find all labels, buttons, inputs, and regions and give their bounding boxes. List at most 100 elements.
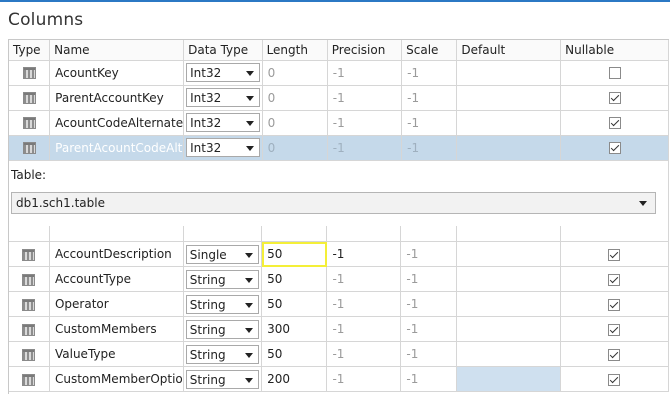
scale-cell[interactable]: -1 xyxy=(400,366,457,392)
nullable-checkbox[interactable] xyxy=(608,273,621,286)
table-row[interactable]: CustomMemberOptio String 200 -1 -1 xyxy=(9,366,670,392)
name-cell[interactable]: ParentAcountCodeAlt xyxy=(49,135,185,161)
nullable-checkbox[interactable] xyxy=(608,142,621,154)
data-type-select[interactable]: String xyxy=(185,269,260,289)
length-cell[interactable]: 0 xyxy=(262,110,328,136)
header-scale[interactable]: Scale xyxy=(401,40,458,61)
nullable-checkbox[interactable] xyxy=(608,298,621,311)
data-type-value: String xyxy=(189,297,226,312)
scale-cell[interactable]: -1 xyxy=(400,316,457,342)
data-type-select[interactable]: Int32 xyxy=(186,63,260,82)
table-row[interactable]: Operator String 50 -1 -1 xyxy=(9,291,670,317)
length-cell-focused[interactable]: 50 xyxy=(261,241,328,267)
data-type-select[interactable]: String xyxy=(185,294,260,314)
header-nullable[interactable]: Nullable xyxy=(560,40,669,61)
name-cell[interactable]: CustomMemberOptio xyxy=(49,366,184,392)
precision-cell[interactable]: -1 xyxy=(326,291,402,317)
precision-cell[interactable]: -1 xyxy=(326,366,402,392)
name-cell[interactable]: AccountDescription xyxy=(49,241,184,267)
nullable-checkbox[interactable] xyxy=(608,248,621,261)
length-cell[interactable]: 50 xyxy=(261,266,328,292)
data-type-select[interactable]: String xyxy=(185,369,260,389)
default-cell[interactable] xyxy=(456,366,561,392)
scale-cell[interactable]: -1 xyxy=(400,241,457,267)
nullable-checkbox[interactable] xyxy=(608,323,621,336)
precision-cell[interactable]: -1 xyxy=(326,316,402,342)
data-type-select[interactable]: String xyxy=(185,344,260,364)
precision-cell[interactable]: -1 xyxy=(326,341,402,367)
length-cell[interactable]: 50 xyxy=(261,341,328,367)
data-type-select[interactable]: Single xyxy=(185,244,260,264)
name-cell[interactable]: ValueType xyxy=(49,341,184,367)
precision-cell[interactable]: -1 xyxy=(327,110,403,136)
data-type-select[interactable]: Int32 xyxy=(186,88,260,107)
name-cell[interactable]: CustomMembers xyxy=(49,316,184,342)
scale-cell[interactable]: -1 xyxy=(400,341,457,367)
nullable-checkbox[interactable] xyxy=(608,373,621,386)
name-cell[interactable]: ParentAccountKey xyxy=(49,85,185,111)
length-cell[interactable]: 0 xyxy=(262,85,328,111)
header-precision[interactable]: Precision xyxy=(327,40,403,61)
top-accent-line xyxy=(0,0,670,2)
header-data-type[interactable]: Data Type xyxy=(183,40,263,61)
header-length[interactable]: Length xyxy=(262,40,328,61)
scale-cell[interactable]: -1 xyxy=(401,135,458,161)
chevron-down-icon xyxy=(639,200,647,206)
length-cell[interactable]: 300 xyxy=(261,316,328,342)
length-cell[interactable]: 0 xyxy=(262,60,328,86)
data-type-select[interactable]: Int32 xyxy=(186,113,260,132)
name-cell[interactable]: AcountKey xyxy=(49,60,185,86)
precision-cell[interactable]: -1 xyxy=(327,85,403,111)
header-name[interactable]: Name xyxy=(49,40,185,61)
nullable-checkbox[interactable] xyxy=(608,117,621,129)
length-cell[interactable]: 0 xyxy=(262,135,328,161)
table-row[interactable]: ValueType String 50 -1 -1 xyxy=(9,341,670,367)
default-cell[interactable] xyxy=(456,60,562,86)
table-row[interactable]: CustomMembers String 300 -1 -1 xyxy=(9,316,670,342)
scale-cell[interactable]: -1 xyxy=(401,60,458,86)
type-cell xyxy=(9,266,50,292)
nullable-checkbox[interactable] xyxy=(608,348,621,361)
default-cell[interactable] xyxy=(456,341,561,367)
table-row[interactable]: AcountKey Int32 0 -1 -1 xyxy=(9,60,669,86)
data-type-cell: Single xyxy=(183,241,263,267)
default-cell[interactable] xyxy=(456,266,561,292)
name-cell[interactable]: AcountCodeAlternate xyxy=(49,110,185,136)
data-type-select[interactable]: String xyxy=(185,319,260,339)
data-type-cell: Int32 xyxy=(183,110,263,136)
length-cell[interactable]: 50 xyxy=(261,291,328,317)
default-cell[interactable] xyxy=(456,316,561,342)
table-row[interactable]: AccountDescription Single 50 -1 -1 xyxy=(9,241,670,267)
scale-cell[interactable]: -1 xyxy=(400,291,457,317)
type-cell xyxy=(9,110,51,136)
scale-cell[interactable]: -1 xyxy=(401,85,458,111)
default-cell[interactable] xyxy=(456,110,562,136)
table-row[interactable]: ParentAccountKey Int32 0 -1 -1 xyxy=(9,85,669,111)
default-cell[interactable] xyxy=(456,135,562,161)
header-default[interactable]: Default xyxy=(456,40,562,61)
precision-cell[interactable]: -1 xyxy=(327,135,403,161)
table-grid-icon xyxy=(22,67,36,79)
table-select[interactable]: db1.sch1.table xyxy=(11,191,656,214)
type-cell xyxy=(9,135,51,161)
nullable-checkbox[interactable] xyxy=(608,67,621,79)
nullable-checkbox[interactable] xyxy=(608,92,621,104)
precision-cell[interactable]: -1 xyxy=(326,241,402,267)
default-cell[interactable] xyxy=(456,241,561,267)
table-row-selected[interactable]: ParentAcountCodeAlt Int32 0 -1 -1 xyxy=(9,135,669,161)
default-cell[interactable] xyxy=(456,291,561,317)
name-cell[interactable]: Operator xyxy=(49,291,184,317)
precision-cell[interactable]: -1 xyxy=(327,60,403,86)
data-type-select[interactable]: Int32 xyxy=(186,138,260,157)
table-row[interactable]: AcountCodeAlternate Int32 0 -1 -1 xyxy=(9,110,669,136)
default-cell[interactable] xyxy=(456,85,562,111)
scale-cell[interactable]: -1 xyxy=(400,266,457,292)
name-cell[interactable]: AccountType xyxy=(49,266,184,292)
length-cell[interactable]: 200 xyxy=(261,366,328,392)
header-type[interactable]: Type xyxy=(9,40,51,61)
data-type-value: Int32 xyxy=(190,91,222,105)
scale-cell[interactable]: -1 xyxy=(401,110,458,136)
precision-cell[interactable]: -1 xyxy=(326,266,402,292)
data-type-cell: Int32 xyxy=(183,85,263,111)
table-row[interactable]: AccountType String 50 -1 -1 xyxy=(9,266,670,292)
